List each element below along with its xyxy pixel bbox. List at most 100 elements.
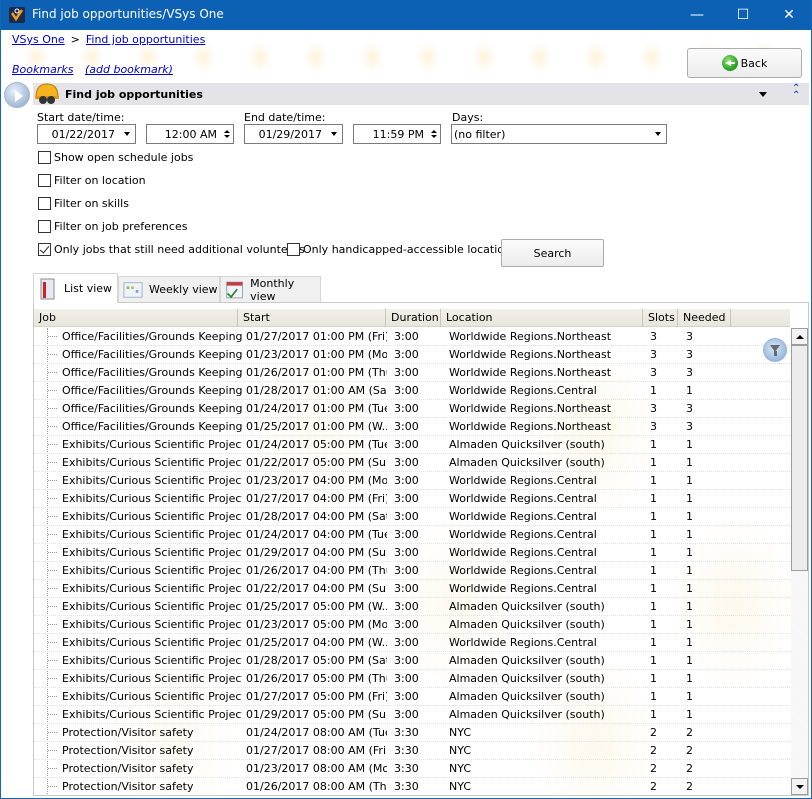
table-row[interactable]: Exhibits/Curious Scientific Project 01/28…	[34, 508, 790, 526]
checkbox-box[interactable]	[287, 243, 300, 256]
column-header-start[interactable]: Start	[238, 309, 386, 327]
location-cell: Almaden Quicksilver (south)	[449, 690, 605, 703]
table-row[interactable]: Office/Facilities/Grounds Keeping 01/26/2…	[34, 364, 790, 382]
collapse-chevron-icon[interactable]: ⌃ ⌃	[792, 84, 800, 101]
table-row[interactable]: Exhibits/Curious Scientific Project 01/22…	[34, 580, 790, 598]
duration-cell: 3:00	[394, 348, 419, 361]
checkbox-box[interactable]	[38, 197, 51, 210]
filter-job-preferences-checkbox[interactable]: Filter on job preferences	[38, 220, 187, 233]
scroll-up-arrow-icon[interactable]	[791, 328, 808, 345]
column-header-duration[interactable]: Duration	[386, 309, 441, 327]
table-row[interactable]: Protection/Visitor safety 01/24/2017 08:0…	[34, 724, 790, 742]
needed-cell: 1	[686, 564, 693, 577]
needed-cell: 1	[686, 636, 693, 649]
tree-connector	[48, 462, 57, 463]
table-row[interactable]: Exhibits/Curious Scientific Project 01/27…	[34, 688, 790, 706]
funnel-icon[interactable]	[763, 338, 787, 362]
table-row[interactable]: Exhibits/Curious Scientific Project 01/25…	[34, 598, 790, 616]
play-icon[interactable]	[4, 82, 30, 108]
breadcrumb-link-home[interactable]: VSys One	[12, 33, 65, 46]
bookmarks-bar: Bookmarks (add bookmark)	[12, 63, 173, 76]
table-row[interactable]: Exhibits/Curious Scientific Project 01/26…	[34, 562, 790, 580]
end-time-spinner[interactable]: 11:59 PM	[353, 124, 441, 144]
breadcrumb-separator: >	[70, 33, 80, 46]
table-row[interactable]: Exhibits/Curious Scientific Project 01/28…	[34, 652, 790, 670]
minimize-button[interactable]: —	[674, 0, 720, 30]
table-row[interactable]: Exhibits/Curious Scientific Project 01/27…	[34, 490, 790, 508]
grid-header: Job Start Duration Location Slots Needed	[34, 309, 790, 327]
vertical-scrollbar[interactable]	[791, 328, 808, 795]
duration-cell: 3:00	[394, 636, 419, 649]
table-row[interactable]: Office/Facilities/Grounds Keeping 01/23/2…	[34, 346, 790, 364]
checkbox-box-checked[interactable]	[38, 243, 51, 256]
column-header-needed[interactable]: Needed	[678, 309, 731, 327]
table-row[interactable]: Protection/Visitor safety 01/26/2017 08:0…	[34, 778, 790, 795]
scroll-down-arrow-icon[interactable]	[791, 778, 808, 795]
slots-cell: 1	[650, 492, 657, 505]
handicapped-accessible-checkbox[interactable]: Only handicapped-accessible locations	[287, 243, 517, 256]
need-volunteers-checkbox[interactable]: Only jobs that still need additional vol…	[38, 243, 305, 256]
table-row[interactable]: Exhibits/Curious Scientific Project 01/29…	[34, 706, 790, 724]
show-open-schedule-checkbox[interactable]: Show open schedule jobs	[38, 151, 193, 164]
table-row[interactable]: Office/Facilities/Grounds Keeping 01/24/2…	[34, 400, 790, 418]
hardhat-binoculars-icon	[35, 83, 59, 104]
table-row[interactable]: Protection/Visitor safety 01/27/2017 08:0…	[34, 742, 790, 760]
duration-cell: 3:30	[394, 744, 419, 757]
chevron-down-icon[interactable]	[650, 125, 666, 143]
chevron-down-icon[interactable]	[326, 125, 342, 143]
breadcrumb-link-current[interactable]: Find job opportunities	[86, 33, 205, 46]
spinner-arrows-icon[interactable]	[428, 125, 440, 143]
tab-weekly-view[interactable]: Weekly view	[118, 276, 220, 302]
chevron-down-icon[interactable]	[119, 125, 135, 143]
column-header-slots[interactable]: Slots	[643, 309, 678, 327]
table-row[interactable]: Exhibits/Curious Scientific Project 01/24…	[34, 526, 790, 544]
bookmarks-link[interactable]: Bookmarks	[12, 63, 73, 76]
add-bookmark-link[interactable]: (add bookmark)	[85, 63, 173, 76]
table-row[interactable]: Exhibits/Curious Scientific Project 01/24…	[34, 436, 790, 454]
checkbox-label: Filter on location	[54, 174, 146, 187]
scrollbar-thumb[interactable]	[791, 345, 808, 571]
table-row[interactable]: Exhibits/Curious Scientific Project 01/29…	[34, 544, 790, 562]
start-date-picker[interactable]: 01/22/2017	[37, 124, 136, 144]
filter-location-checkbox[interactable]: Filter on location	[38, 174, 146, 187]
start-time-spinner[interactable]: 12:00 AM	[146, 124, 234, 144]
slots-cell: 1	[650, 384, 657, 397]
needed-cell: 3	[686, 402, 693, 415]
start-cell: 01/23/2017 01:00 PM (Mon)	[246, 348, 387, 361]
maximize-button[interactable]: ☐	[720, 0, 766, 30]
vsys-app-icon	[9, 7, 25, 23]
spinner-arrows-icon[interactable]	[221, 125, 233, 143]
close-button[interactable]: ✕	[766, 0, 811, 30]
column-header-location[interactable]: Location	[441, 309, 643, 327]
table-row[interactable]: Exhibits/Curious Scientific Project 01/22…	[34, 454, 790, 472]
checkbox-box[interactable]	[38, 174, 51, 187]
section-dropdown-icon[interactable]	[759, 92, 767, 97]
checkbox-box[interactable]	[38, 220, 51, 233]
duration-cell: 3:00	[394, 384, 419, 397]
job-cell: Exhibits/Curious Scientific Project	[62, 708, 242, 721]
column-header-job[interactable]: Job	[34, 309, 238, 327]
checkbox-box[interactable]	[38, 151, 51, 164]
table-row[interactable]: Exhibits/Curious Scientific Project 01/23…	[34, 472, 790, 490]
tree-connector	[48, 606, 57, 607]
tab-monthly-view[interactable]: Monthly view	[220, 276, 321, 303]
location-cell: Worldwide Regions.Northeast	[449, 348, 612, 361]
job-cell: Protection/Visitor safety	[62, 726, 194, 739]
duration-cell: 3:30	[394, 726, 419, 739]
table-row[interactable]: Office/Facilities/Grounds Keeping 01/27/2…	[34, 328, 790, 346]
back-button[interactable]: Back	[687, 48, 802, 78]
table-row[interactable]: Exhibits/Curious Scientific Project 01/25…	[34, 634, 790, 652]
filter-skills-checkbox[interactable]: Filter on skills	[38, 197, 129, 210]
location-cell: Worldwide Regions.Central	[449, 384, 597, 397]
search-button[interactable]: Search	[501, 239, 604, 267]
days-select[interactable]: (no filter)	[451, 124, 667, 144]
table-row[interactable]: Office/Facilities/Grounds Keeping 01/25/2…	[34, 418, 790, 436]
table-row[interactable]: Protection/Visitor safety 01/23/2017 08:0…	[34, 760, 790, 778]
end-date-picker[interactable]: 01/29/2017	[244, 124, 343, 144]
tab-list-view[interactable]: List view	[33, 273, 118, 303]
table-row[interactable]: Exhibits/Curious Scientific Project 01/26…	[34, 670, 790, 688]
location-cell: Almaden Quicksilver (south)	[449, 618, 605, 631]
table-row[interactable]: Exhibits/Curious Scientific Project 01/23…	[34, 616, 790, 634]
table-row[interactable]: Office/Facilities/Grounds Keeping 01/28/2…	[34, 382, 790, 400]
job-cell: Exhibits/Curious Scientific Project	[62, 492, 242, 505]
